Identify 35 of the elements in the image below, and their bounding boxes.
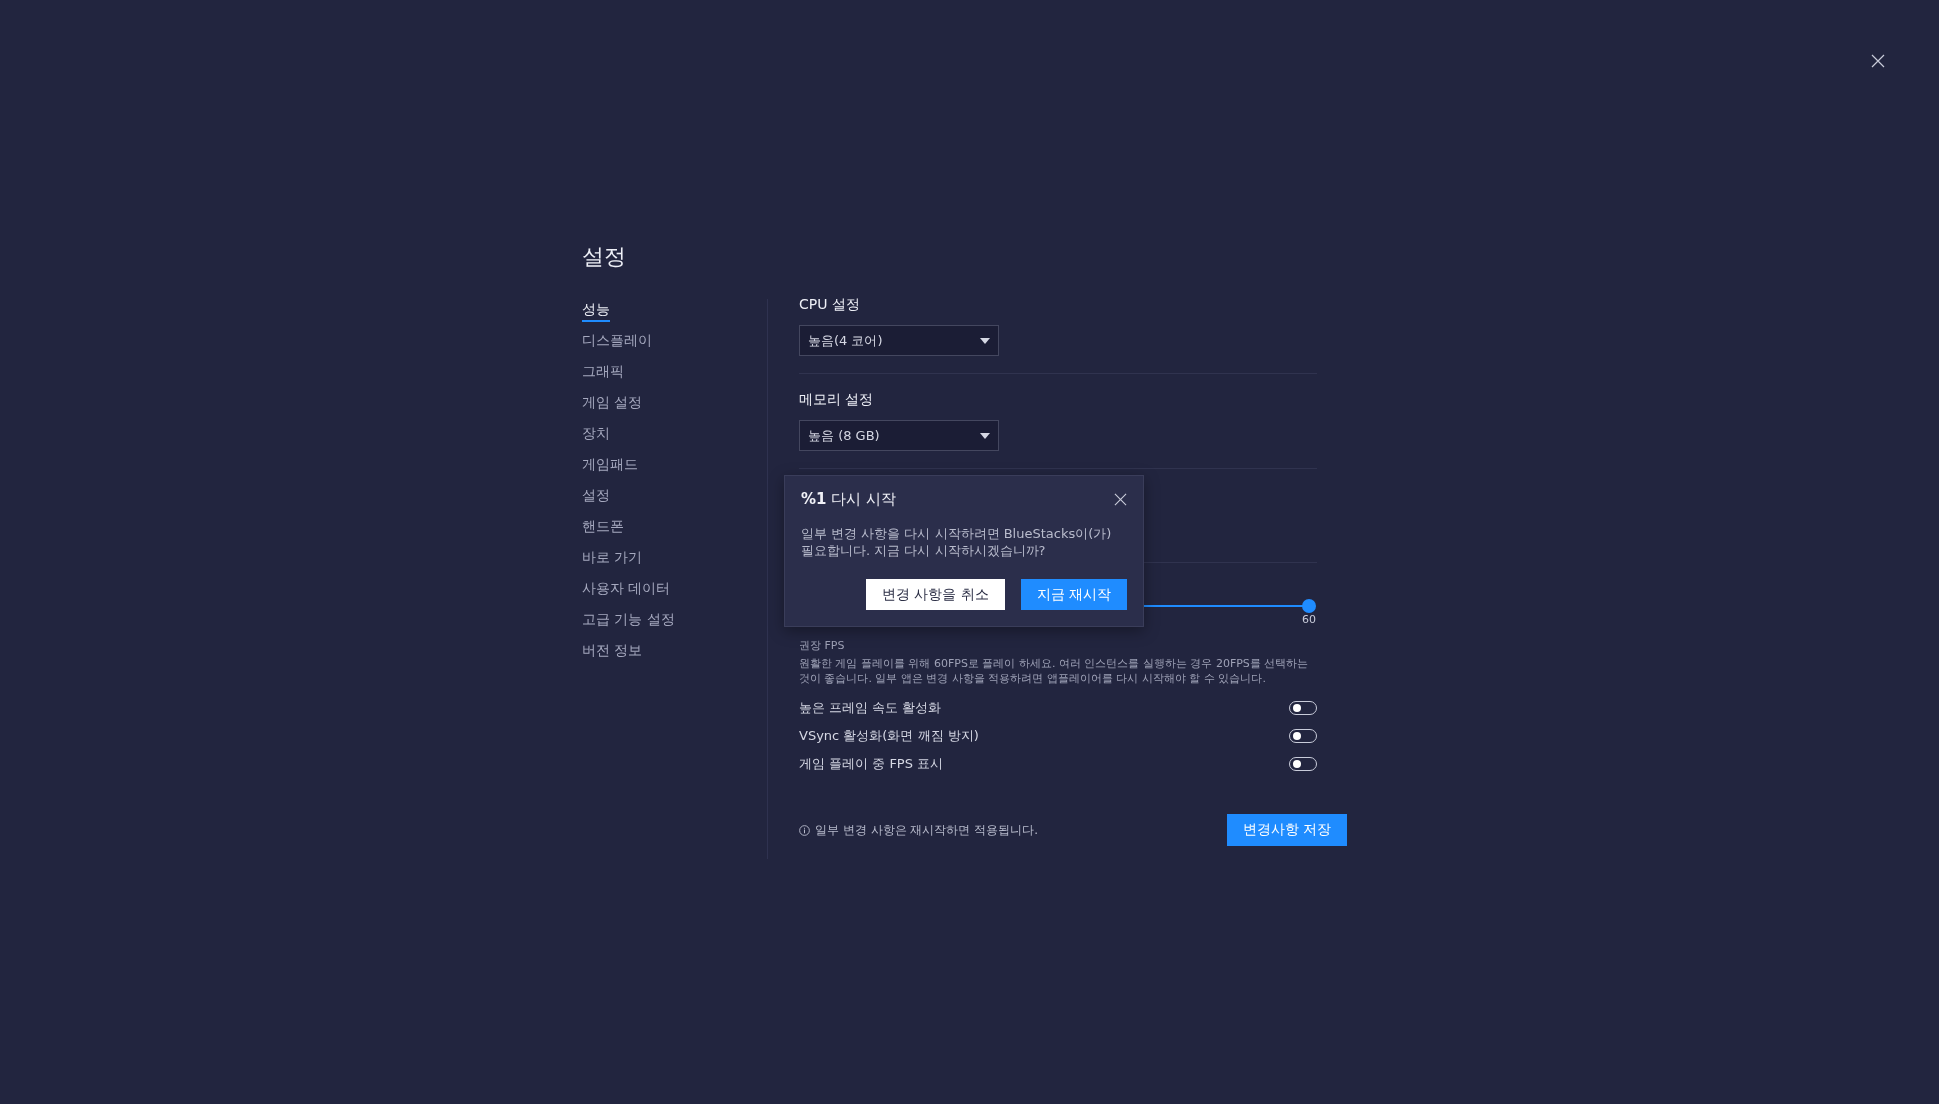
sidebar-item[interactable]: 사용자 데이터 — [582, 578, 671, 601]
caret-icon — [980, 337, 990, 344]
sidebar-item[interactable]: 장치 — [582, 423, 610, 446]
sidebar-item[interactable]: 고급 기능 설정 — [582, 609, 675, 632]
dropdown[interactable]: 높음 (8 GB) — [799, 420, 999, 451]
sidebar-item[interactable]: 버전 정보 — [582, 640, 643, 663]
fps-heading: 권장 FPS — [799, 639, 846, 653]
restart-note: 일부 변경 사항은 재시작하면 적용됩니다. — [815, 821, 1039, 839]
sidebar-item[interactable]: 그래픽 — [582, 361, 624, 384]
setting-label: 메모리 설정 — [799, 390, 875, 408]
info-icon — [799, 824, 810, 836]
sidebar-item[interactable]: 핸드폰 — [582, 516, 624, 539]
sidebar-item[interactable]: 성능 — [582, 299, 610, 322]
slider-value: 60 — [1302, 613, 1316, 626]
page-title: 설정 — [582, 243, 626, 271]
cancel-button[interactable]: 변경 사항을 취소 — [865, 579, 1005, 610]
setting-label: CPU 설정 — [799, 295, 861, 313]
dropdown[interactable]: 높음(4 코어) — [799, 325, 999, 356]
close-icon[interactable] — [1871, 54, 1885, 68]
sidebar-item[interactable]: 게임 설정 — [582, 392, 643, 415]
toggle-label: 높은 프레임 속도 활성화 — [799, 699, 942, 717]
sidebar-item[interactable]: 게임패드 — [582, 454, 638, 477]
save-button[interactable]: 변경사항 저장 — [1226, 814, 1347, 846]
toggle-label: 게임 플레이 중 FPS 표시 — [799, 755, 944, 773]
toggle-label: VSync 활성화(화면 깨짐 방지) — [799, 727, 979, 745]
restart-button[interactable]: 지금 재시작 — [1020, 579, 1127, 610]
sidebar-item[interactable]: 바로 가기 — [582, 547, 643, 570]
slider-thumb[interactable] — [1302, 599, 1316, 613]
sidebar-item[interactable]: 설정 — [582, 485, 610, 508]
fps-description: 원활한 게임 플레이를 위해 60FPS로 플레이 하세요. 여러 인스턴스를 실행하는 경우 20FPS를 선택하는 것이 좋습니다. 일부 앱은 변경 사항을 적용하려면 앱플레이어를 다시 시작해야 할 수 있습니다. — [799, 656, 1309, 686]
caret-icon — [980, 432, 990, 439]
dialog-title: %1 다시 시작 — [801, 490, 896, 509]
close-icon[interactable] — [1114, 493, 1127, 506]
dialog-message: 일부 변경 사항을 다시 시작하려면 BlueStacks이(가) 필요합니다. 지금 다시 시작하시겠습니까? — [801, 525, 1113, 559]
sidebar-item[interactable]: 디스플레이 — [582, 330, 652, 353]
